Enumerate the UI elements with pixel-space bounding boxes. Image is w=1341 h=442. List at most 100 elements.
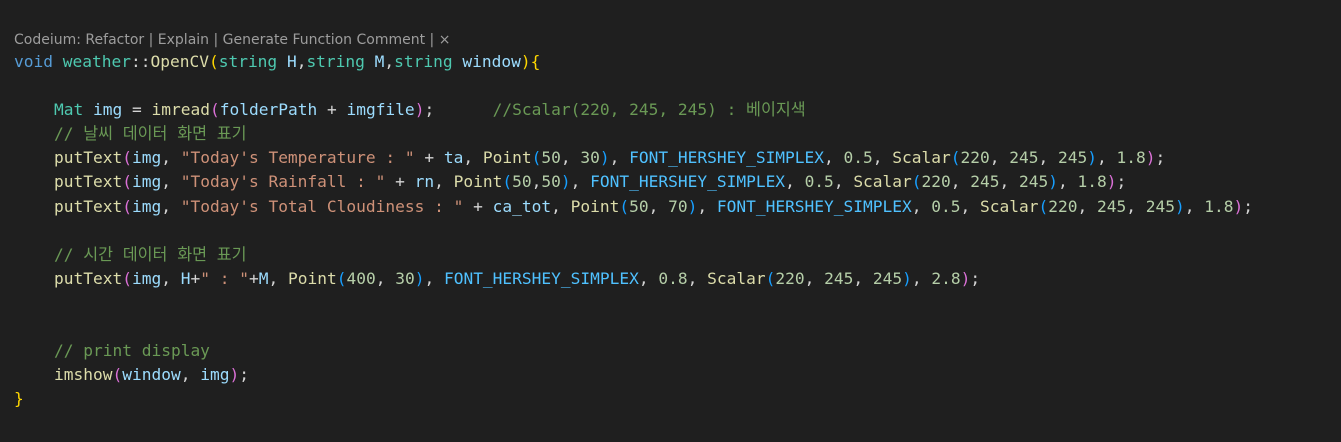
code-line[interactable] — [0, 74, 1341, 98]
code-token: 245 — [872, 268, 903, 288]
code-token: , — [384, 52, 395, 71]
code-token: ( — [950, 148, 961, 168]
code-line[interactable] — [0, 315, 1341, 339]
code-token: putText — [54, 196, 123, 216]
code-token: 30 — [395, 268, 415, 288]
code-token: , — [911, 268, 932, 288]
code-token: ) — [414, 268, 425, 288]
code-token: 50 — [629, 196, 649, 216]
code-token: ) — [1175, 196, 1185, 216]
code-line[interactable]: putText(img, "Today's Temperature : " + … — [0, 146, 1341, 170]
code-token: , — [161, 172, 181, 192]
code-token: 50 — [512, 172, 532, 192]
code-line[interactable]: putText(img, "Today's Total Cloudiness :… — [0, 195, 1341, 219]
codelens-generate-comment-link[interactable]: Generate Function Comment — [223, 32, 425, 48]
code-token: 2.8 — [931, 268, 961, 288]
code-token: ; — [1155, 148, 1166, 168]
code-token: imshow — [54, 365, 113, 385]
code-token: 50 — [541, 148, 561, 168]
code-token: , — [570, 172, 591, 192]
code-token: ) — [902, 268, 912, 288]
code-token: 220 — [775, 268, 805, 288]
code-token: img — [131, 196, 162, 216]
code-token: , — [989, 148, 1010, 168]
code-token: + — [463, 196, 493, 216]
code-token: ca_tot — [492, 196, 552, 216]
code-line[interactable]: // 날씨 데이터 화면 표기 — [0, 122, 1341, 146]
code-token: , — [463, 148, 483, 168]
code-token: , — [911, 196, 932, 216]
code-token: ; — [239, 365, 249, 385]
code-line[interactable]: putText(img, "Today's Rainfall : " + rn,… — [0, 170, 1341, 194]
code-token: Scalar — [892, 148, 951, 168]
code-editor[interactable]: Codeium: Refactor | Explain | Generate F… — [0, 0, 1341, 442]
code-token: , — [824, 148, 844, 168]
code-line[interactable] — [0, 291, 1341, 315]
code-line[interactable]: void weather::OpenCV(string H,string M,s… — [0, 50, 1341, 74]
code-line[interactable]: // print display — [0, 339, 1341, 363]
code-token: , — [531, 172, 542, 192]
code-token: , — [180, 365, 201, 385]
code-token: = — [122, 100, 152, 120]
code-token: ) — [1048, 172, 1059, 192]
code-token: ) — [599, 148, 610, 168]
code-token: , — [1058, 172, 1078, 192]
code-token: + — [190, 268, 201, 288]
code-token: string — [394, 52, 453, 71]
code-token: window — [462, 52, 521, 71]
code-token: 245 — [1019, 172, 1049, 192]
codelens-close-icon[interactable]: × — [439, 32, 451, 48]
code-token: 0.5 — [804, 172, 834, 192]
code-line[interactable]: } — [0, 387, 1341, 411]
code-token: ( — [336, 268, 347, 288]
code-token: putText — [54, 268, 123, 288]
code-token: weather — [62, 52, 131, 71]
code-line[interactable] — [0, 219, 1341, 243]
code-token: , — [1077, 196, 1097, 216]
code-token: //Scalar(220, 245, 245) : 베이지색 — [492, 100, 806, 120]
code-token: , — [853, 268, 873, 288]
code-token: ) — [1145, 148, 1156, 168]
code-token: ) — [229, 365, 240, 385]
code-token: 0.8 — [658, 268, 688, 288]
code-token: , — [785, 172, 805, 192]
code-token: FONT_HERSHEY_SIMPLEX — [443, 268, 639, 288]
code-token: ( — [208, 52, 219, 71]
code-token: ( — [122, 148, 132, 168]
code-token: M — [374, 52, 385, 71]
code-line[interactable]: // 시간 데이터 화면 표기 — [0, 243, 1341, 267]
code-token: FONT_HERSHEY_SIMPLEX — [629, 148, 825, 168]
code-token: img — [200, 365, 230, 385]
code-token: :: — [130, 52, 151, 71]
code-token: , — [161, 268, 181, 288]
code-token: img — [93, 100, 123, 120]
code-token: ( — [122, 268, 132, 288]
code-token: Point — [570, 196, 620, 216]
code-line[interactable]: Mat img = imread(folderPath + imgfile); … — [0, 98, 1341, 122]
codelens-explain-link[interactable]: Explain — [158, 32, 209, 48]
code-token: ) — [560, 172, 571, 192]
code-line[interactable]: putText(img, H+" : "+M, Point(400, 30), … — [0, 267, 1341, 291]
code-token: Scalar — [980, 196, 1039, 216]
code-token: ) — [1233, 196, 1244, 216]
code-token: img — [131, 148, 162, 168]
code-token: folderPath — [219, 100, 318, 120]
code-body[interactable]: void weather::OpenCV(string H,string M,s… — [0, 50, 1341, 411]
code-line[interactable]: imshow(window, img); — [0, 363, 1341, 387]
code-token: ( — [911, 172, 922, 192]
code-token: ; — [970, 268, 981, 288]
code-token: + — [248, 268, 259, 288]
code-token: " : " — [200, 268, 249, 288]
codelens-separator: | — [209, 32, 223, 48]
code-token: , — [999, 172, 1020, 192]
code-token: ( — [1038, 196, 1049, 216]
code-token: 1.8 — [1204, 196, 1234, 216]
code-token: 245 — [970, 172, 1000, 192]
code-token: ( — [531, 148, 542, 168]
code-token: Point — [453, 172, 503, 192]
code-token: 0.5 — [931, 196, 961, 216]
code-token: rn — [414, 172, 435, 192]
codelens-refactor-link[interactable]: Refactor — [85, 32, 144, 48]
